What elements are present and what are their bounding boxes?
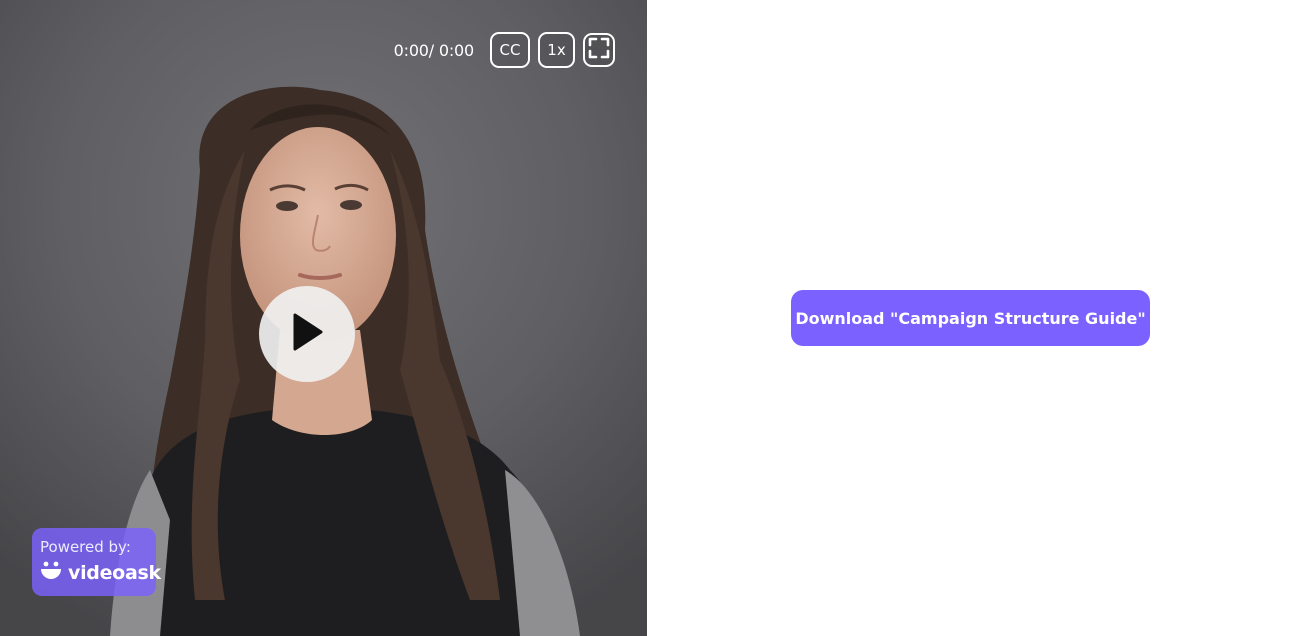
brand-row: videoask [40,560,161,585]
play-button[interactable] [259,286,355,382]
content-pane: Download "Campaign Structure Guide" [647,0,1294,636]
download-guide-button[interactable]: Download "Campaign Structure Guide" [791,290,1150,346]
time-display: 0:00/ 0:00 [393,40,475,60]
playback-speed-button[interactable]: 1x [538,32,575,68]
page-root: 0:00/ 0:00 CC 1x Powered by: videoask Do… [0,0,1294,636]
play-icon [289,312,325,357]
powered-by-label: Powered by: [40,538,131,556]
videoask-logo-icon [40,560,62,585]
captions-button[interactable]: CC [490,32,530,68]
video-player[interactable]: 0:00/ 0:00 CC 1x Powered by: videoask [0,0,647,636]
player-controls: 0:00/ 0:00 CC 1x [394,32,615,68]
brand-name: videoask [68,561,161,584]
powered-by-badge[interactable]: Powered by: videoask [32,528,161,596]
fullscreen-icon [588,37,610,63]
fullscreen-button[interactable] [583,33,615,67]
